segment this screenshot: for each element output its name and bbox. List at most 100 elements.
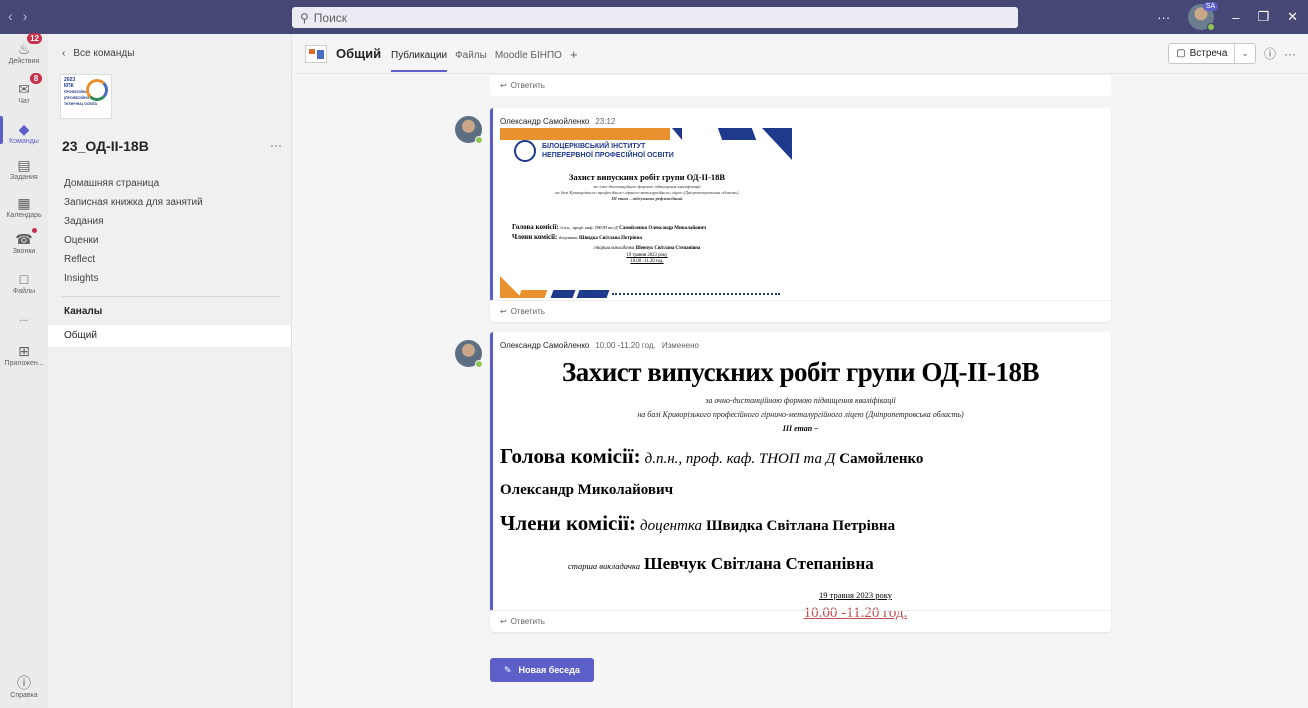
rail-item-help[interactable]: ⓘ Справка (0, 674, 48, 699)
rail-item-calls[interactable]: ☎ Звонки (0, 228, 48, 255)
reply-button[interactable]: ↩ Ответить (490, 74, 1111, 96)
header-actions: ▢ Встреча ⌄ ⓘ ··· (1168, 43, 1296, 64)
card-date: 19 травня 2023 року (626, 253, 668, 258)
team-nav-home[interactable]: Домашняя страница (64, 174, 203, 193)
new-conversation-label: Новая беседа (518, 665, 580, 675)
post-card: Олександр Самойленко 10.00 -11.20 год. И… (455, 332, 1111, 632)
senior-value: старша викладачка (568, 561, 640, 571)
forward-arrow-icon[interactable]: › (23, 8, 28, 24)
chat-badge: 8 (30, 73, 42, 84)
team-panel: ‹ Все команды 2023 КПК ПРОФЕСІЙНА (ПРОФЕ… (48, 34, 292, 708)
minimize-icon[interactable]: – (1232, 10, 1239, 25)
history-nav: ‹ › (8, 8, 27, 24)
more-options-icon[interactable]: ··· (1284, 47, 1296, 61)
rail-label-files: Файлы (12, 288, 36, 295)
reply-button[interactable]: ↩ Ответить (490, 300, 1111, 322)
members-line: Члени комісії: доцентка Швидка Світлана … (500, 511, 895, 536)
post-subtitle: на базі Криворізького професійного гірни… (637, 410, 964, 419)
new-conversation-button[interactable]: ✎ Новая беседа (490, 658, 594, 682)
add-tab-icon[interactable]: + (570, 48, 578, 61)
reply-arrow-icon: ↩ (500, 81, 507, 90)
rail-label-calendar: Календарь (6, 212, 42, 219)
team-nav: Домашняя страница Записная книжка для за… (64, 174, 203, 288)
user-initials-badge: SA (1202, 2, 1219, 11)
announcement-image[interactable]: БІЛОЦЕРКІВСЬКИЙ ІНСТИТУТ НЕПЕРЕРВНОЇ ПРО… (500, 128, 794, 298)
maximize-icon[interactable]: ❐ (1257, 9, 1269, 25)
chevron-down-icon[interactable]: ⌄ (1235, 48, 1255, 59)
orange-band (500, 128, 670, 140)
card-members-line: Члени комісії: доцентка Швидка Світлана … (512, 233, 642, 241)
channel-team-icon (305, 45, 327, 63)
help-icon: ⓘ (17, 675, 31, 691)
team-nav-notebook[interactable]: Записная книжка для занятий (64, 193, 203, 212)
reply-label: Ответить (510, 81, 545, 90)
rail-label-teams: Команды (9, 138, 39, 145)
team-nav-grades[interactable]: Оценки (64, 231, 203, 250)
team-nav-reflect[interactable]: Reflect (64, 250, 203, 269)
window-controls: ··· SA – ❐ ✕ (1157, 2, 1298, 31)
logo-emblem (86, 79, 108, 101)
rail-item-assignments[interactable]: ▤ Задания (0, 156, 48, 182)
channels-header: Каналы (64, 306, 103, 317)
info-icon[interactable]: ⓘ (1264, 45, 1276, 62)
reply-button[interactable]: ↩ Ответить (490, 610, 1111, 632)
card-subtitle: на базі Криворізького професійного гірни… (555, 190, 739, 195)
members-label: Члени комісії: (500, 511, 637, 535)
meet-button[interactable]: ▢ Встреча ⌄ (1168, 43, 1256, 64)
back-arrow-icon[interactable]: ‹ (8, 8, 13, 24)
card-stage: ІІІ етап – підсумково-рефлексійний (611, 196, 683, 201)
rail-item-files[interactable]: □ Файлы (0, 270, 48, 295)
rail-label-activity: Действия (8, 58, 40, 65)
search-icon: ⚲ (300, 10, 309, 25)
user-avatar[interactable]: SA (1188, 2, 1219, 31)
head-name: Самойленко (839, 451, 924, 467)
phone-icon: ☎ (14, 228, 37, 248)
blue-corner (762, 128, 792, 160)
blue-stripe (550, 290, 576, 298)
edited-label: Изменено (661, 341, 699, 350)
tab-moodle[interactable]: Moodle БІНПО (495, 50, 562, 61)
close-icon[interactable]: ✕ (1287, 9, 1298, 25)
blue-stripe (717, 128, 757, 140)
search-input[interactable]: ⚲ Поиск (292, 7, 1018, 28)
app-rail: ♨ 12 Действия ✉ 8 Чат ◆ Команды ▤ Задания … (0, 33, 48, 708)
all-teams-link[interactable]: ‹ Все команды (62, 48, 134, 59)
senior-name: Шевчук Світлана Степанівна (643, 554, 874, 573)
team-nav-insights[interactable]: Insights (64, 269, 203, 288)
presence-indicator (1207, 23, 1216, 31)
team-more-icon[interactable]: ··· (270, 138, 282, 152)
institute-line: НЕПЕРЕРВНОЇ ПРОФЕСІЙНОЇ ОСВІТИ (542, 152, 674, 159)
team-nav-assignments[interactable]: Задания (64, 212, 203, 231)
rail-item-apps[interactable]: ⊞ Приложен... (0, 342, 48, 368)
rail-item-chat[interactable]: ✉ 8 Чат (0, 73, 48, 105)
channel-header: Общий Публикации Файлы Moodle БІНПО + ▢ … (293, 34, 1308, 74)
rail-item-teams[interactable]: ◆ Команды (0, 120, 48, 146)
team-logo: 2023 КПК ПРОФЕСІЙНА (ПРОФЕСІЙНО ТЕХНІЧНА… (60, 74, 112, 119)
rail-label-chat: Чат (18, 98, 30, 105)
head-name: Олександр Миколайович (500, 482, 674, 498)
author-avatar[interactable] (455, 340, 483, 368)
meet-button-main[interactable]: ▢ Встреча (1169, 44, 1236, 63)
more-options-icon[interactable]: ··· (1157, 10, 1170, 25)
activity-badge: 12 (27, 33, 42, 44)
rail-item-more[interactable]: ... (0, 312, 48, 324)
tab-posts[interactable]: Публикации (391, 50, 447, 61)
senior-value: старша викладачка (593, 246, 635, 251)
rail-label-calls: Звонки (12, 248, 36, 255)
post-date: 19 травня 2023 року (819, 590, 892, 600)
post-card: Олександр Самойленко 23:12 БІЛОЦЕРКІВСЬК… (455, 108, 1111, 322)
rail-label-help: Справка (10, 692, 38, 699)
rail-item-activity[interactable]: ♨ 12 Действия (0, 33, 48, 65)
post-author[interactable]: Олександр Самойленко (500, 117, 589, 126)
card-subtitle: за очно-дистанційною формою підвищення к… (593, 184, 701, 189)
channel-item-general[interactable]: Общий (48, 325, 291, 347)
head-name-line: Олександр Миколайович (500, 481, 673, 499)
post-author[interactable]: Олександр Самойленко (500, 341, 589, 350)
head-line: Голова комісії: д.п.н., проф. каф. ТНОП … (500, 444, 923, 469)
video-camera-icon: ▢ (1176, 48, 1186, 59)
teams-icon: ◆ (18, 120, 30, 137)
title-bar: ‹ › ⚲ Поиск ··· SA – ❐ ✕ (0, 0, 1308, 34)
rail-item-calendar[interactable]: ▦ Календарь (0, 194, 48, 220)
tab-files[interactable]: Файлы (455, 50, 487, 61)
author-avatar[interactable] (455, 116, 483, 144)
